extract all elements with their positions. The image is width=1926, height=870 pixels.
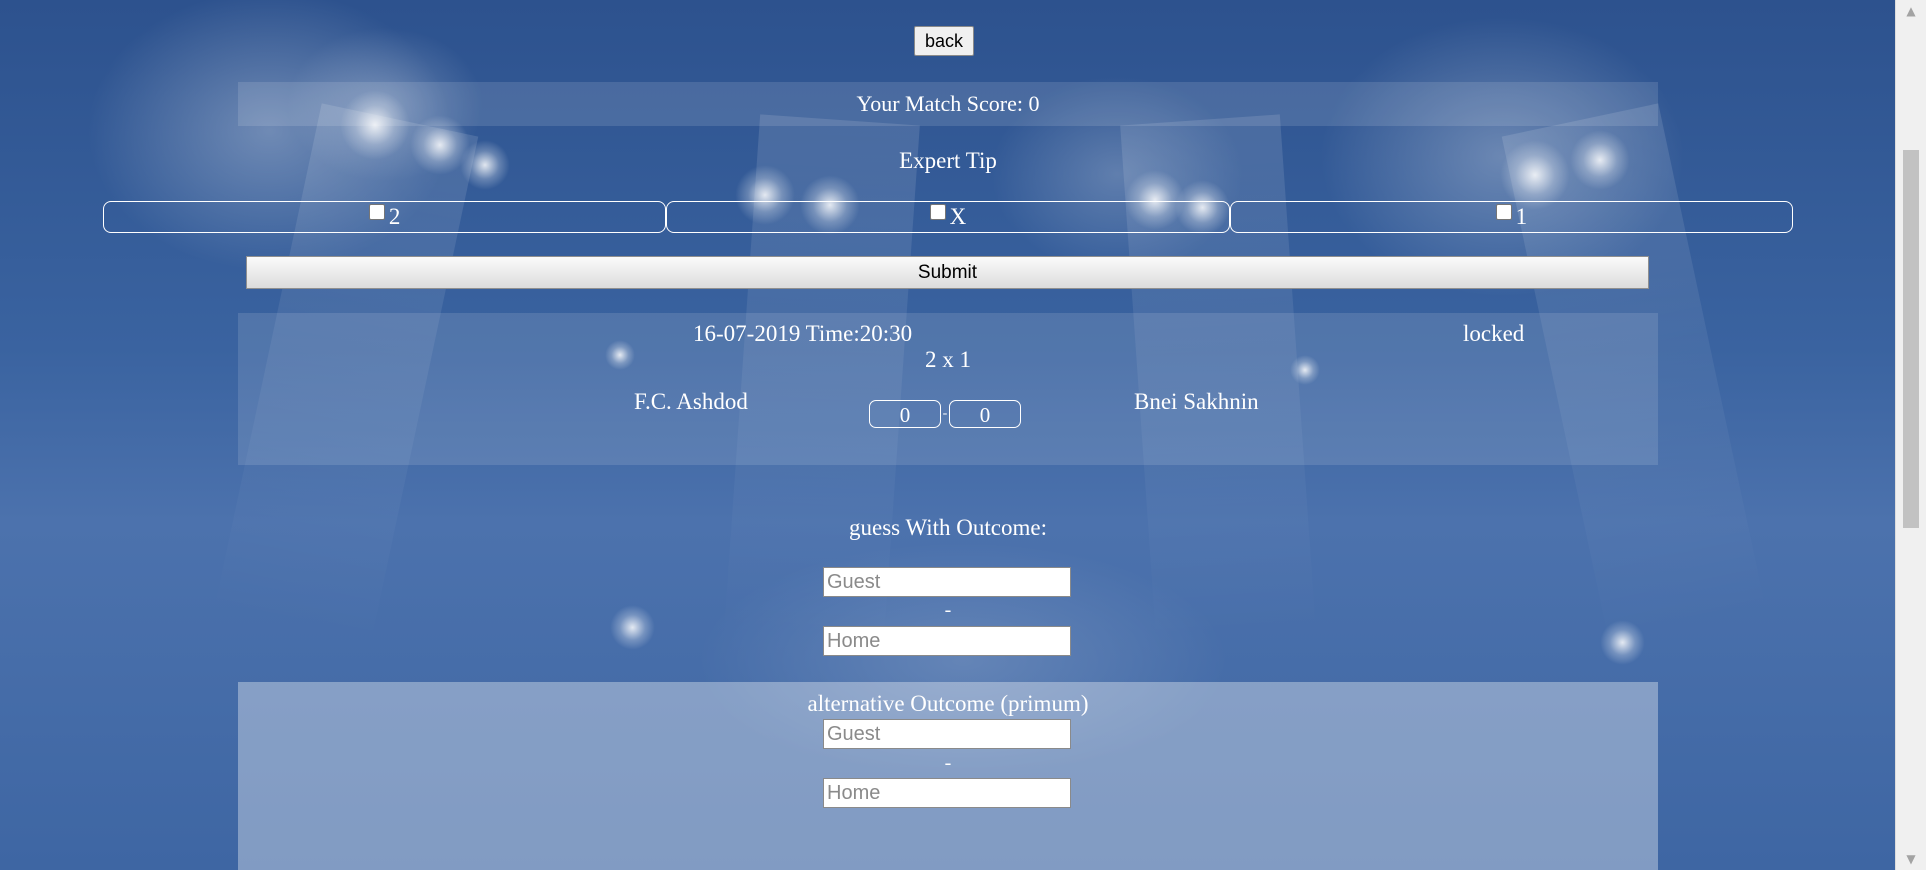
expert-tip-options: 2 X 1 bbox=[103, 201, 1793, 233]
guess-home-input[interactable] bbox=[823, 626, 1071, 656]
alternative-separator: - bbox=[944, 752, 952, 774]
main-content: back Your Match Score: 0 Expert Tip 2 X … bbox=[0, 0, 1896, 870]
match-score-panel: Your Match Score: 0 bbox=[238, 82, 1658, 126]
submit-button[interactable]: Submit bbox=[246, 256, 1649, 289]
tip-checkbox[interactable] bbox=[929, 204, 946, 220]
score-separator: - bbox=[942, 406, 948, 421]
tip-option-1[interactable]: 1 bbox=[1229, 201, 1793, 233]
score-left: 0 bbox=[869, 400, 941, 428]
tip-option-2[interactable]: 2 bbox=[103, 201, 667, 233]
match-tip-result: 2 x 1 bbox=[925, 347, 971, 372]
tip-checkbox[interactable] bbox=[1495, 204, 1512, 220]
expert-tip-label: Expert Tip bbox=[899, 148, 997, 173]
tip-option-label: X bbox=[949, 204, 967, 229]
match-date-time: 16-07-2019 Time:20:30 bbox=[693, 321, 913, 346]
tip-option-label: 2 bbox=[388, 204, 401, 229]
guess-separator: - bbox=[944, 599, 952, 621]
back-button[interactable]: back bbox=[914, 26, 975, 56]
page-background: back Your Match Score: 0 Expert Tip 2 X … bbox=[0, 0, 1926, 870]
alternative-home-input[interactable] bbox=[823, 778, 1071, 808]
match-score-text: Your Match Score: 0 bbox=[856, 91, 1040, 116]
alternative-guest-input[interactable] bbox=[823, 719, 1071, 749]
match-status: locked bbox=[1463, 321, 1525, 346]
tip-option-x[interactable]: X bbox=[666, 201, 1230, 233]
vertical-scrollbar[interactable]: ▲ ▼ bbox=[1895, 0, 1926, 870]
guess-outcome-label: guess With Outcome: bbox=[849, 515, 1047, 540]
away-team-name: Bnei Sakhnin bbox=[1134, 389, 1259, 414]
tip-option-label: 1 bbox=[1515, 204, 1528, 229]
chevron-down-icon[interactable]: ▼ bbox=[1896, 848, 1926, 870]
scrollbar-thumb[interactable] bbox=[1903, 150, 1919, 528]
score-box: 0 - 0 bbox=[869, 400, 1021, 428]
guess-guest-input[interactable] bbox=[823, 567, 1071, 597]
chevron-up-icon[interactable]: ▲ bbox=[1896, 0, 1926, 22]
alternative-outcome-label: alternative Outcome (primum) bbox=[807, 691, 1089, 716]
tip-checkbox[interactable] bbox=[368, 204, 385, 220]
match-card: 16-07-2019 Time:20:30 locked 2 x 1 F.C. … bbox=[238, 313, 1658, 465]
score-right: 0 bbox=[949, 400, 1021, 428]
home-team-name: F.C. Ashdod bbox=[634, 389, 748, 414]
